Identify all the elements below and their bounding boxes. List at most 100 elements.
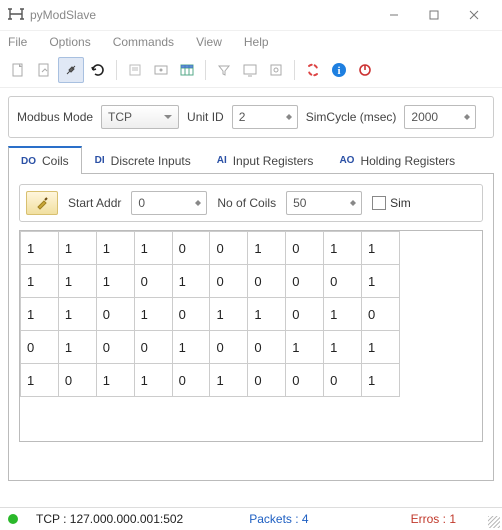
coil-cell[interactable]: 1 [210, 364, 248, 397]
coil-cell[interactable]: 1 [248, 232, 286, 265]
coil-cell[interactable]: 0 [96, 298, 134, 331]
coil-cell[interactable]: 1 [248, 298, 286, 331]
coil-cell[interactable]: 0 [172, 298, 210, 331]
menu-file[interactable]: File [4, 33, 31, 51]
note-icon[interactable] [123, 58, 147, 82]
connect-icon[interactable] [58, 57, 84, 83]
modbus-mode-select[interactable]: TCP [101, 105, 179, 129]
clear-button[interactable] [26, 191, 58, 215]
tabs: DOCoils DIDiscrete Inputs AIInput Regist… [8, 146, 494, 174]
coil-cell[interactable]: 0 [96, 331, 134, 364]
coil-cell[interactable]: 0 [134, 331, 172, 364]
coil-cell[interactable]: 0 [286, 364, 324, 397]
coil-cell[interactable]: 1 [96, 364, 134, 397]
coil-cell[interactable]: 0 [210, 232, 248, 265]
coil-cell[interactable]: 0 [210, 265, 248, 298]
info-icon[interactable]: i [327, 58, 351, 82]
coil-cell[interactable]: 1 [134, 364, 172, 397]
coil-cell[interactable]: 1 [172, 331, 210, 364]
coil-cell[interactable]: 1 [58, 265, 96, 298]
menu-view[interactable]: View [192, 33, 226, 51]
table-row: 0100100111 [21, 331, 400, 364]
coil-cell[interactable]: 1 [324, 331, 362, 364]
coil-grid[interactable]: 1111001011111010000111010110100100100111… [19, 230, 483, 442]
new-icon[interactable] [6, 58, 30, 82]
help-icon[interactable] [301, 58, 325, 82]
coil-cell[interactable]: 1 [21, 364, 59, 397]
coil-cell[interactable]: 1 [58, 298, 96, 331]
coil-cell[interactable]: 1 [21, 232, 59, 265]
toolbar: i [0, 53, 502, 88]
svg-text:i: i [337, 65, 340, 77]
coil-cell[interactable]: 0 [248, 364, 286, 397]
coil-cell[interactable]: 1 [362, 331, 400, 364]
coil-cell[interactable]: 1 [21, 298, 59, 331]
monitor-icon[interactable] [149, 58, 173, 82]
coil-cell[interactable]: 0 [21, 331, 59, 364]
menu-commands[interactable]: Commands [109, 33, 178, 51]
coil-cell[interactable]: 1 [286, 331, 324, 364]
simcycle-label: SimCycle (msec) [306, 110, 397, 124]
minimize-button[interactable] [374, 0, 414, 30]
coil-cell[interactable]: 0 [248, 331, 286, 364]
coil-cell[interactable]: 0 [134, 265, 172, 298]
menubar: File Options Commands View Help [0, 31, 502, 53]
checkbox-icon [372, 196, 386, 210]
coil-cell[interactable]: 1 [362, 232, 400, 265]
coil-cell[interactable]: 1 [210, 298, 248, 331]
titlebar: pyModSlave [0, 0, 502, 31]
coil-cell[interactable]: 0 [324, 364, 362, 397]
separator [294, 60, 295, 80]
coil-cell[interactable]: 1 [134, 298, 172, 331]
start-addr-label: Start Addr [68, 196, 121, 210]
maximize-button[interactable] [414, 0, 454, 30]
unit-id-input[interactable]: 2 [232, 105, 298, 129]
no-of-coils-input[interactable]: 50 [286, 191, 362, 215]
table-row: 1111001011 [21, 232, 400, 265]
coil-cell[interactable]: 0 [286, 265, 324, 298]
coil-cell[interactable]: 1 [362, 265, 400, 298]
refresh-icon[interactable] [86, 58, 110, 82]
open-icon[interactable] [32, 58, 56, 82]
coil-cell[interactable]: 1 [58, 232, 96, 265]
menu-help[interactable]: Help [240, 33, 273, 51]
sim-checkbox[interactable]: Sim [372, 196, 411, 211]
tab-input-registers[interactable]: AIInput Registers [204, 146, 327, 174]
coil-cell[interactable]: 0 [172, 232, 210, 265]
start-addr-input[interactable]: 0 [131, 191, 207, 215]
tab-holding-registers[interactable]: AOHolding Registers [326, 146, 468, 174]
menu-options[interactable]: Options [45, 33, 94, 51]
separator [116, 60, 117, 80]
tab-coils[interactable]: DOCoils [8, 146, 82, 174]
close-button[interactable] [454, 0, 494, 30]
coil-cell[interactable]: 1 [324, 298, 362, 331]
filter-icon[interactable] [212, 58, 236, 82]
coil-cell[interactable]: 1 [58, 331, 96, 364]
coil-cell[interactable]: 1 [96, 265, 134, 298]
screen-icon[interactable] [238, 58, 262, 82]
coil-cell[interactable]: 1 [172, 265, 210, 298]
table-row: 1101011010 [21, 298, 400, 331]
coil-cell[interactable]: 0 [210, 331, 248, 364]
coil-cell[interactable]: 0 [286, 232, 324, 265]
coil-cell[interactable]: 0 [248, 265, 286, 298]
coil-cell[interactable]: 1 [21, 265, 59, 298]
coil-cell[interactable]: 0 [172, 364, 210, 397]
table-row: 1011010001 [21, 364, 400, 397]
simcycle-input[interactable]: 2000 [404, 105, 476, 129]
coil-cell[interactable]: 0 [286, 298, 324, 331]
settings-icon[interactable] [264, 58, 288, 82]
coil-cell[interactable]: 1 [134, 232, 172, 265]
power-icon[interactable] [353, 58, 377, 82]
coil-cell[interactable]: 0 [324, 265, 362, 298]
coil-cell[interactable]: 1 [324, 232, 362, 265]
coil-cell[interactable]: 0 [362, 298, 400, 331]
coil-cell[interactable]: 0 [58, 364, 96, 397]
status-errors: Erros : 1 [411, 512, 456, 526]
table-icon[interactable] [175, 58, 199, 82]
tab-discrete-inputs[interactable]: DIDiscrete Inputs [82, 146, 204, 174]
resize-grip-icon[interactable] [488, 516, 500, 528]
coil-cell[interactable]: 1 [362, 364, 400, 397]
status-led-icon [8, 514, 18, 524]
coil-cell[interactable]: 1 [96, 232, 134, 265]
